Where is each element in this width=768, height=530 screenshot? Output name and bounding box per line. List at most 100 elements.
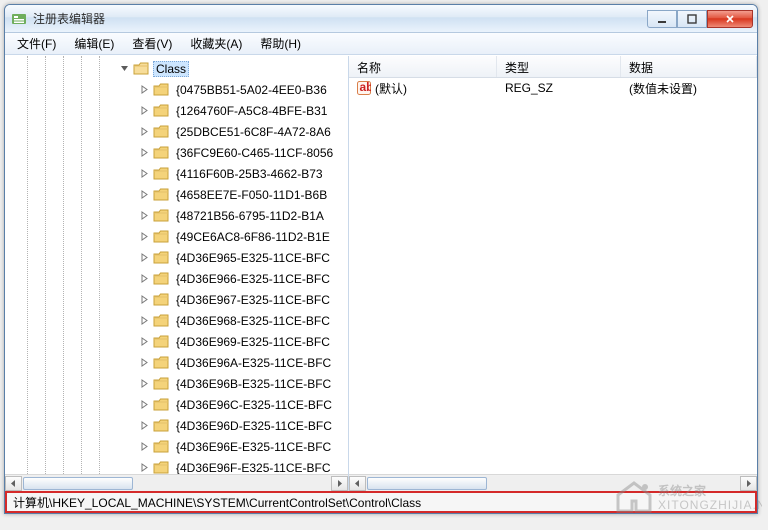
menu-view[interactable]: 查看(V)	[124, 33, 180, 54]
menu-file[interactable]: 文件(F)	[9, 33, 64, 54]
expand-icon[interactable]	[139, 189, 150, 200]
tree-node-label: {4D36E96A-E325-11CE-BFC	[173, 356, 334, 370]
statusbar-path: 计算机\HKEY_LOCAL_MACHINE\SYSTEM\CurrentCon…	[5, 491, 757, 513]
menu-help[interactable]: 帮助(H)	[252, 33, 309, 54]
window-title: 注册表编辑器	[33, 10, 647, 27]
folder-icon	[153, 230, 169, 244]
expand-icon[interactable]	[139, 315, 150, 326]
maximize-button[interactable]	[677, 10, 707, 28]
expand-icon[interactable]	[139, 252, 150, 263]
folder-icon	[153, 251, 169, 265]
titlebar[interactable]: 注册表编辑器	[5, 5, 757, 33]
tree-node[interactable]: {4D36E969-E325-11CE-BFC	[7, 331, 348, 352]
tree-node[interactable]: {49CE6AC8-6F86-11D2-B1E	[7, 226, 348, 247]
tree-node-label: {4116F60B-25B3-4662-B73	[173, 167, 326, 181]
col-name[interactable]: 名称	[349, 56, 497, 77]
tree-node[interactable]: {1264760F-A5C8-4BFE-B31	[7, 100, 348, 121]
scroll-thumb[interactable]	[23, 477, 133, 490]
tree-node[interactable]: {4D36E96F-E325-11CE-BFC	[7, 457, 348, 474]
regedit-window: 注册表编辑器 文件(F) 编辑(E) 查看(V) 收藏夹(A) 帮助(H)	[4, 4, 758, 514]
tree-node[interactable]: {4D36E96A-E325-11CE-BFC	[7, 352, 348, 373]
folder-icon	[153, 440, 169, 454]
tree-node[interactable]: {4D36E966-E325-11CE-BFC	[7, 268, 348, 289]
expand-icon[interactable]	[139, 168, 150, 179]
folder-icon	[153, 419, 169, 433]
tree-node-label: {36FC9E60-C465-11CF-8056	[173, 146, 336, 160]
tree-node[interactable]: {36FC9E60-C465-11CF-8056	[7, 142, 348, 163]
string-value-icon: ab	[357, 81, 371, 95]
expand-icon[interactable]	[139, 147, 150, 158]
tree-node[interactable]: {0475BB51-5A02-4EE0-B36	[7, 79, 348, 100]
scroll-right-button[interactable]	[331, 476, 348, 491]
close-button[interactable]	[707, 10, 753, 28]
expand-icon[interactable]	[139, 210, 150, 221]
col-type[interactable]: 类型	[497, 56, 621, 77]
menu-edit[interactable]: 编辑(E)	[66, 33, 122, 54]
expand-icon[interactable]	[139, 273, 150, 284]
expand-icon[interactable]	[139, 105, 150, 116]
collapse-icon[interactable]	[119, 63, 130, 74]
tree-hscrollbar[interactable]	[5, 474, 348, 491]
tree-node[interactable]: {25DBCE51-6C8F-4A72-8A6	[7, 121, 348, 142]
expand-icon[interactable]	[139, 126, 150, 137]
scroll-left-button[interactable]	[349, 476, 366, 491]
list-hscrollbar[interactable]	[349, 474, 757, 491]
tree-node-label: {4D36E96F-E325-11CE-BFC	[173, 461, 334, 475]
client-area: Class {0475BB51-5A02-4EE0-B36 {1264760F-…	[5, 55, 757, 491]
tree-node[interactable]: {4658EE7E-F050-11D1-B6B	[7, 184, 348, 205]
tree-node[interactable]: {4D36E968-E325-11CE-BFC	[7, 310, 348, 331]
tree-node[interactable]: {4D36E967-E325-11CE-BFC	[7, 289, 348, 310]
tree-node-label: {4D36E965-E325-11CE-BFC	[173, 251, 333, 265]
expand-icon[interactable]	[139, 336, 150, 347]
expand-icon[interactable]	[139, 357, 150, 368]
expand-icon[interactable]	[139, 441, 150, 452]
tree-node-label: {25DBCE51-6C8F-4A72-8A6	[173, 125, 334, 139]
tree-node-label: {4D36E966-E325-11CE-BFC	[173, 272, 333, 286]
tree-node[interactable]: {4D36E96B-E325-11CE-BFC	[7, 373, 348, 394]
list-pane: 名称 类型 数据 ab(默认) REG_SZ (数值未设置)	[349, 56, 757, 491]
expand-icon[interactable]	[139, 420, 150, 431]
tree-node-label: {1264760F-A5C8-4BFE-B31	[173, 104, 330, 118]
expand-icon[interactable]	[139, 294, 150, 305]
tree-node[interactable]: {48721B56-6795-11D2-B1A	[7, 205, 348, 226]
tree-node-label: {0475BB51-5A02-4EE0-B36	[173, 83, 330, 97]
folder-icon	[153, 125, 169, 139]
minimize-button[interactable]	[647, 10, 677, 28]
col-data[interactable]: 数据	[621, 56, 757, 77]
folder-icon	[153, 398, 169, 412]
scroll-thumb[interactable]	[367, 477, 487, 490]
tree-node[interactable]: {4116F60B-25B3-4662-B73	[7, 163, 348, 184]
scroll-right-button[interactable]	[740, 476, 757, 491]
svg-text:ab: ab	[360, 81, 372, 94]
scroll-track[interactable]	[22, 476, 331, 491]
folder-open-icon	[133, 62, 149, 76]
app-icon	[11, 11, 27, 27]
scroll-track[interactable]	[366, 476, 740, 491]
value-data: (数值未设置)	[621, 80, 757, 97]
list-body[interactable]: ab(默认) REG_SZ (数值未设置)	[349, 78, 757, 474]
tree-node-label: Class	[153, 61, 189, 77]
tree-pane: Class {0475BB51-5A02-4EE0-B36 {1264760F-…	[5, 56, 349, 491]
folder-icon	[153, 377, 169, 391]
expand-icon[interactable]	[139, 231, 150, 242]
tree-scrollarea[interactable]: Class {0475BB51-5A02-4EE0-B36 {1264760F-…	[5, 56, 348, 474]
tree-node[interactable]: {4D36E96E-E325-11CE-BFC	[7, 436, 348, 457]
value-type: REG_SZ	[497, 81, 621, 95]
expand-icon[interactable]	[139, 84, 150, 95]
list-header: 名称 类型 数据	[349, 56, 757, 78]
folder-icon	[153, 461, 169, 475]
tree-node[interactable]: {4D36E96C-E325-11CE-BFC	[7, 394, 348, 415]
tree-node-label: {4D36E969-E325-11CE-BFC	[173, 335, 333, 349]
tree-node-class[interactable]: Class	[7, 58, 348, 79]
tree-node[interactable]: {4D36E965-E325-11CE-BFC	[7, 247, 348, 268]
tree-node[interactable]: {4D36E96D-E325-11CE-BFC	[7, 415, 348, 436]
tree-node-label: {4D36E96E-E325-11CE-BFC	[173, 440, 334, 454]
scroll-left-button[interactable]	[5, 476, 22, 491]
expand-icon[interactable]	[139, 399, 150, 410]
expand-icon[interactable]	[139, 462, 150, 473]
menu-favorites[interactable]: 收藏夹(A)	[182, 33, 250, 54]
list-row[interactable]: ab(默认) REG_SZ (数值未设置)	[349, 78, 757, 98]
expand-icon[interactable]	[139, 378, 150, 389]
menubar: 文件(F) 编辑(E) 查看(V) 收藏夹(A) 帮助(H)	[5, 33, 757, 55]
folder-icon	[153, 293, 169, 307]
